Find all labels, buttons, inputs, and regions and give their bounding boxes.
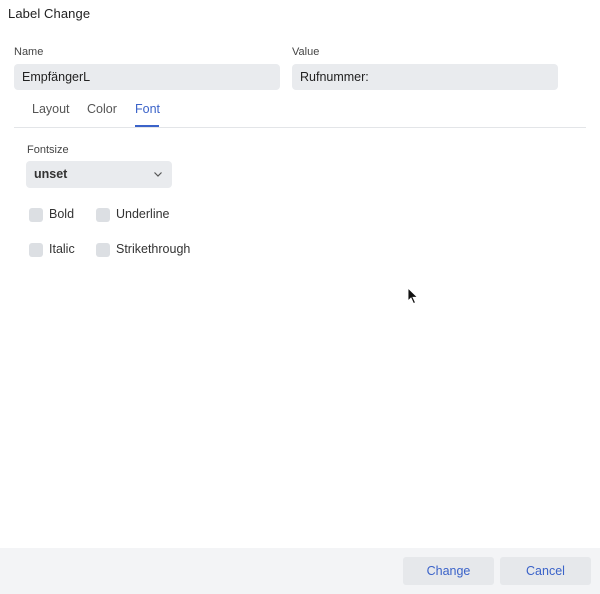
dialog-footer: Change Cancel: [0, 548, 600, 594]
italic-label: Italic: [49, 242, 75, 256]
change-button[interactable]: Change: [403, 557, 494, 585]
italic-checkbox[interactable]: [29, 243, 43, 257]
active-tab-indicator: [135, 125, 159, 127]
strikethrough-label: Strikethrough: [116, 242, 191, 256]
fontsize-label: Fontsize: [27, 144, 69, 156]
name-input[interactable]: [14, 64, 280, 90]
bold-checkbox[interactable]: [29, 208, 43, 222]
bold-label: Bold: [49, 207, 75, 221]
name-field-label: Name: [14, 46, 44, 58]
dialog-title: Label Change: [8, 6, 91, 21]
fontsize-select[interactable]: unset: [26, 161, 172, 188]
value-input[interactable]: [292, 64, 558, 90]
tab-font[interactable]: Font: [135, 102, 160, 116]
strikethrough-checkbox[interactable]: [96, 243, 110, 257]
chevron-down-icon: [154, 172, 162, 177]
label-change-dialog: Label Change Name Value Layout Color Fon…: [0, 0, 600, 594]
tab-color[interactable]: Color: [87, 102, 117, 116]
tab-layout[interactable]: Layout: [32, 102, 70, 116]
value-field-label: Value: [292, 46, 320, 58]
underline-label: Underline: [116, 207, 170, 221]
mouse-cursor-icon: [407, 287, 419, 305]
cancel-button[interactable]: Cancel: [500, 557, 591, 585]
tab-bar: Layout Color Font: [14, 96, 586, 128]
fontsize-select-value: unset: [34, 167, 68, 181]
underline-checkbox[interactable]: [96, 208, 110, 222]
